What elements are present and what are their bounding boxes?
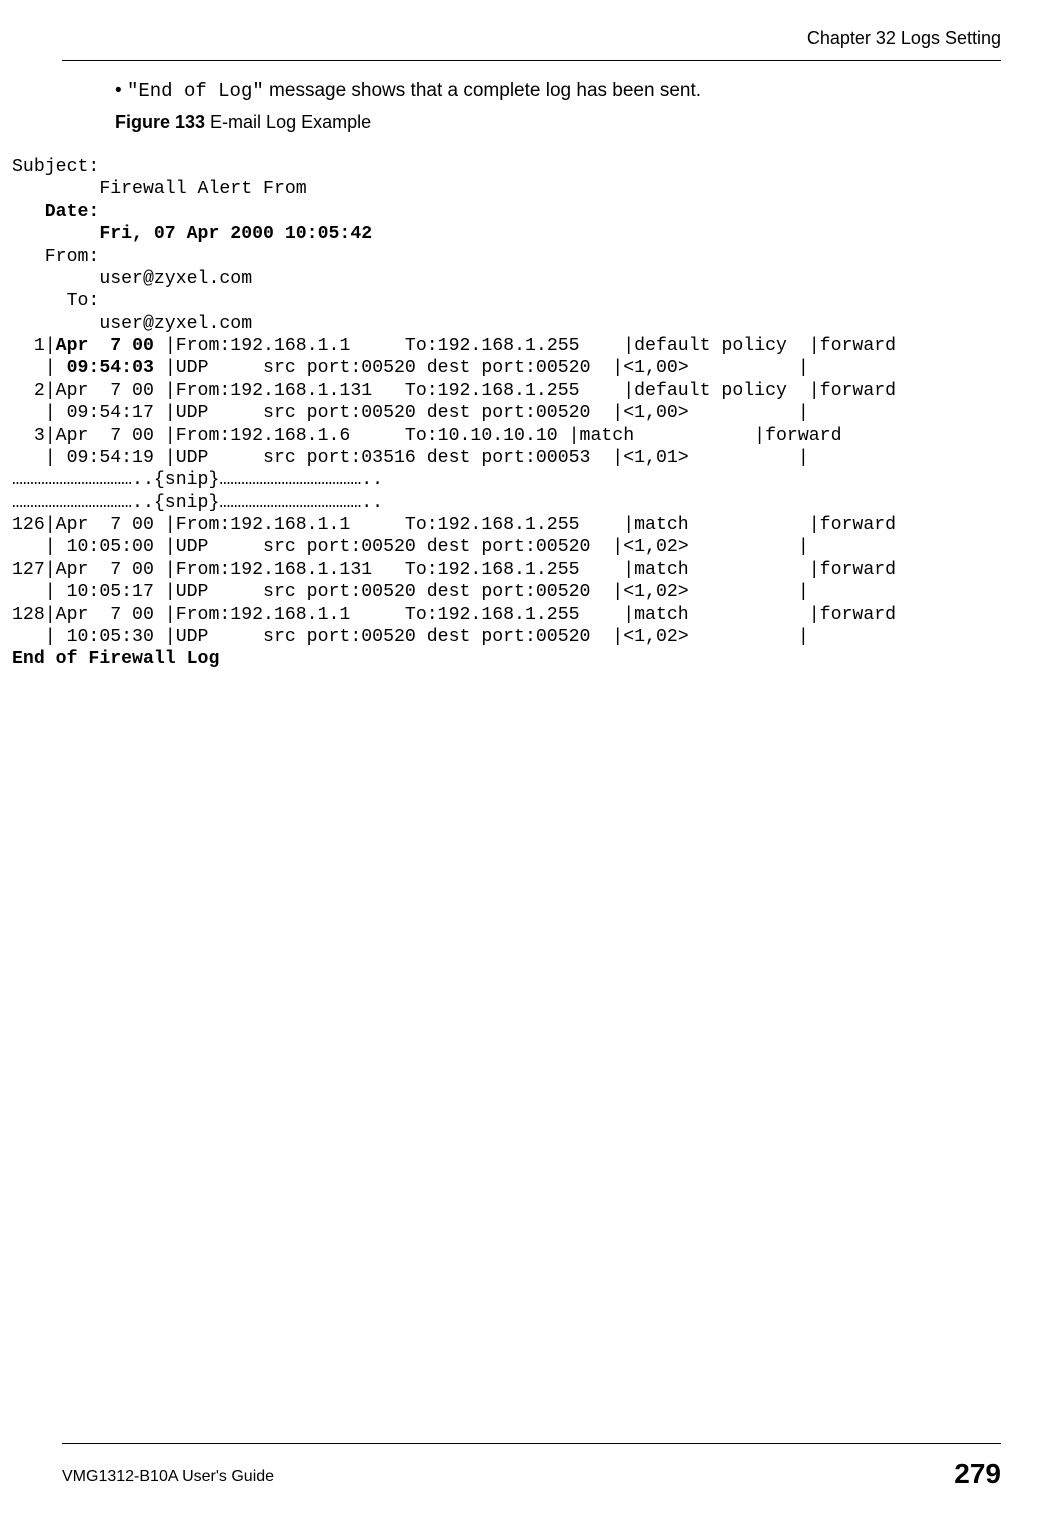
log-date-value: Fri, 07 Apr 2000 10:05:42 [12, 224, 372, 244]
log-row-128b: | 10:05:30 |UDP src port:00520 dest port… [12, 627, 907, 647]
bullet-code: "End of Log" [127, 80, 264, 102]
log-row-3b: | 09:54:19 |UDP src port:03516 dest port… [12, 448, 907, 468]
log-row-127a: 127|Apr 7 00 |From:192.168.1.131 To:192.… [12, 560, 896, 580]
footer: VMG1312-B10A User's Guide 279 [62, 1452, 1001, 1486]
email-log-block: Subject: Firewall Alert From Date: Fri, … [12, 156, 1051, 671]
figure-caption: Figure 133 E-mail Log Example [115, 112, 371, 133]
top-rule [62, 60, 1001, 61]
log-row-2b: | 09:54:17 |UDP src port:00520 dest port… [12, 403, 907, 423]
log-from-label: From: [12, 247, 110, 267]
log-row-1b: | 09:54:03 |UDP src port:00520 dest port… [12, 358, 907, 378]
bullet-prefix: • [115, 80, 127, 101]
log-row-1a: 1|Apr 7 00 |From:192.168.1.1 To:192.168.… [12, 336, 896, 356]
log-row-126a: 126|Apr 7 00 |From:192.168.1.1 To:192.16… [12, 515, 896, 535]
log-snip-2: ……………………………..{snip}………………………………….. [12, 493, 383, 513]
log-row-126b: | 10:05:00 |UDP src port:00520 dest port… [12, 537, 907, 557]
log-row-3a: 3|Apr 7 00 |From:192.168.1.6 To:10.10.10… [12, 426, 842, 446]
log-row-2a: 2|Apr 7 00 |From:192.168.1.131 To:192.16… [12, 381, 896, 401]
log-row-128a: 128|Apr 7 00 |From:192.168.1.1 To:192.16… [12, 605, 896, 625]
log-end: End of Firewall Log [12, 649, 219, 669]
page-number: 279 [954, 1458, 1001, 1490]
log-to-label: To: [12, 291, 110, 311]
log-subject-label: Subject: [12, 157, 110, 177]
log-subject-value: Firewall Alert From [12, 179, 318, 199]
footer-guide-name: VMG1312-B10A User's Guide [62, 1468, 274, 1486]
figure-label: Figure 133 [115, 112, 205, 132]
bullet-rest: message shows that a complete log has be… [264, 80, 701, 101]
bottom-rule [62, 1443, 1001, 1444]
bullet-line: • "End of Log" message shows that a comp… [115, 78, 1001, 105]
page: Chapter 32 Logs Setting • "End of Log" m… [0, 0, 1063, 1524]
log-to-value: user@zyxel.com [12, 314, 252, 334]
chapter-header: Chapter 32 Logs Setting [807, 28, 1001, 49]
log-from-value: user@zyxel.com [12, 269, 252, 289]
log-row-127b: | 10:05:17 |UDP src port:00520 dest port… [12, 582, 907, 602]
log-snip-1: ……………………………..{snip}………………………………….. [12, 470, 383, 490]
figure-caption-text: E-mail Log Example [205, 112, 371, 132]
log-date-label: Date: [12, 202, 110, 222]
